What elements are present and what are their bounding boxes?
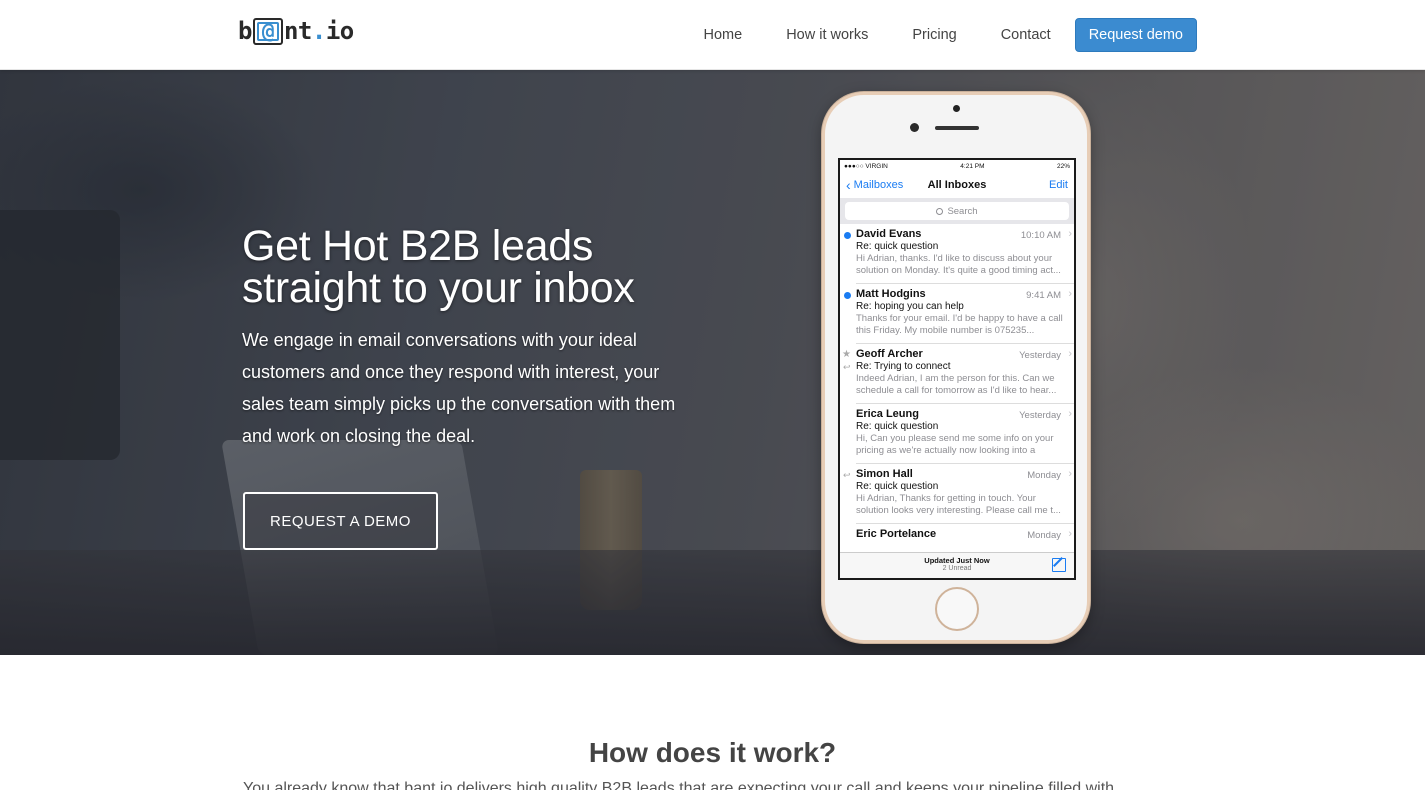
mail-time: Monday xyxy=(1027,530,1061,541)
request-demo-nav-button[interactable]: Request demo xyxy=(1074,18,1197,52)
mail-subject: Re: quick question xyxy=(856,481,939,492)
main-nav: Home How it works Pricing Contact Reques… xyxy=(682,18,1197,52)
mail-time: 10:10 AM xyxy=(1020,230,1061,241)
mail-subject: Re: quick question xyxy=(856,241,939,252)
unread-dot-icon xyxy=(844,232,851,239)
phone-home-button xyxy=(935,587,979,631)
updated-status: Updated Just Now xyxy=(924,556,990,565)
reply-icon: ↩ xyxy=(843,470,851,480)
mail-preview: Hi Adrian, Thanks for getting in touch. … xyxy=(856,493,1061,516)
mail-subject: Re: quick question xyxy=(856,421,939,432)
nav-link-home[interactable]: Home xyxy=(682,19,765,51)
mailboxes-label: Mailboxes xyxy=(853,179,904,191)
how-it-works-heading: How does it work? xyxy=(588,737,837,768)
hero-section: Get Hot B2B leads straight to your inbox… xyxy=(0,70,1425,655)
chevron-right-icon: › xyxy=(1068,288,1072,300)
mail-nav-bar: ‹ Mailboxes All Inboxes Edit xyxy=(840,172,1074,198)
how-it-works-text: You already know that bant.io delivers h… xyxy=(243,780,1115,790)
mail-time: Yesterday xyxy=(1019,350,1061,361)
compose-icon[interactable] xyxy=(1052,558,1066,572)
unread-count: 2 Unread xyxy=(942,565,972,572)
mail-preview: Hi, Can you please send me some info on … xyxy=(856,433,1054,456)
phone-speaker-icon xyxy=(935,126,979,130)
mailboxes-back-button[interactable]: ‹ Mailboxes xyxy=(846,178,903,192)
status-battery: 22% xyxy=(1056,162,1070,170)
edit-button[interactable]: Edit xyxy=(1049,179,1068,191)
navbar: b @ nt. io Home How it works Pricing Cont… xyxy=(0,0,1425,70)
logo-text-suffix: io xyxy=(325,17,354,45)
mail-search-input[interactable]: Search xyxy=(845,202,1069,220)
mail-preview: Thanks for your email. I'd be happy to h… xyxy=(856,313,1063,336)
logo-text-dot: . xyxy=(311,17,326,45)
request-a-demo-button[interactable]: REQUEST A DEMO xyxy=(243,492,438,550)
nav-link-contact[interactable]: Contact xyxy=(979,19,1073,51)
mail-list-item[interactable]: Matt Hodgins 9:41 AM › Re: hoping you ca… xyxy=(844,284,1074,344)
star-icon: ★ xyxy=(842,349,851,360)
chevron-right-icon: › xyxy=(1068,348,1072,360)
mail-preview: Indeed Adrian, I am the person for this.… xyxy=(856,373,1057,396)
logo-at-icon: @ xyxy=(252,17,283,45)
phone-lens-icon xyxy=(910,123,919,132)
chevron-left-icon: ‹ xyxy=(846,177,851,193)
search-placeholder: Search xyxy=(947,205,978,217)
mail-list-item[interactable]: David Evans 10:10 AM › Re: quick questio… xyxy=(844,224,1074,284)
phone-mockup: ●●●○○ VIRGIN 4:21 PM 22% ‹ Mailboxes All … xyxy=(822,92,1090,643)
phone-screen: ●●●○○ VIRGIN 4:21 PM 22% ‹ Mailboxes All … xyxy=(838,158,1076,580)
mail-time: Monday xyxy=(1027,470,1061,481)
mail-toolbar: Updated Just Now 2 Unread xyxy=(840,552,1074,578)
mail-list-item[interactable]: Erica Leung Yesterday › Re: quick questi… xyxy=(856,404,1074,464)
chevron-right-icon: › xyxy=(1068,408,1072,420)
status-time: 4:21 PM xyxy=(960,162,985,170)
mail-list-item[interactable]: ★ ↩ Geoff Archer Yesterday › Re: Trying … xyxy=(842,344,1074,404)
mail-preview: Hi Adrian, thanks. I'd like to discuss a… xyxy=(856,253,1061,276)
phone-camera-icon xyxy=(953,105,960,112)
logo-text-prefix: b xyxy=(238,17,252,45)
mail-list-item[interactable]: ↩ Simon Hall Monday › Re: quick question… xyxy=(843,464,1074,524)
mail-list-item[interactable]: Eric Portelance Monday › xyxy=(856,524,1074,546)
mail-search-wrap: Search xyxy=(840,198,1074,224)
nav-link-how-it-works[interactable]: How it works xyxy=(764,19,890,51)
hero-overlay xyxy=(0,70,1425,655)
reply-icon: ↩ xyxy=(843,362,851,372)
brand-logo[interactable]: b @ nt. io xyxy=(238,17,354,45)
hero-description: We engage in email conversations with yo… xyxy=(242,330,676,446)
logo-text-middle: nt xyxy=(283,17,312,45)
mail-subject: Re: hoping you can help xyxy=(856,301,964,312)
mail-time: Yesterday xyxy=(1019,410,1061,421)
chevron-right-icon: › xyxy=(1068,528,1072,540)
chevron-right-icon: › xyxy=(1068,228,1072,240)
nav-link-pricing[interactable]: Pricing xyxy=(890,19,978,51)
status-carrier: ●●●○○ VIRGIN xyxy=(844,162,888,170)
logo-at-glyph: @ xyxy=(261,18,275,43)
mail-time: 9:41 AM xyxy=(1026,290,1061,301)
phone-status-bar: ●●●○○ VIRGIN 4:21 PM 22% xyxy=(840,160,1074,172)
hero-title: Get Hot B2B leads straight to your inbox xyxy=(242,222,635,312)
chevron-right-icon: › xyxy=(1068,468,1072,480)
unread-dot-icon xyxy=(844,292,851,299)
mail-subject: Re: Trying to connect xyxy=(856,361,951,372)
search-icon xyxy=(936,207,944,215)
